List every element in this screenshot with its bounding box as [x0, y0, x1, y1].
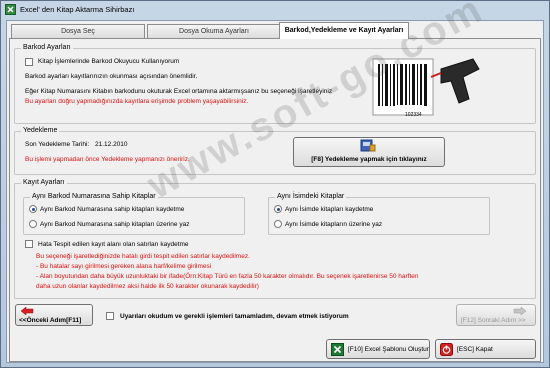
backup-button[interactable]: [F8] Yedekleme yapmak için tıklayınız: [293, 137, 445, 167]
name-no-save-radio[interactable]: [274, 205, 282, 213]
barcode-overwrite-radio[interactable]: [29, 220, 37, 228]
next-step-label: [F12] Sonraki Adım >>: [461, 317, 526, 324]
next-step-button[interactable]: [F12] Sonraki Adım >>: [456, 304, 536, 326]
prev-step-label: <<Önceki Adım[F11]: [19, 317, 82, 324]
barcode-no-save-radio[interactable]: [29, 205, 37, 213]
same-name-group: Aynı İsimdeki Kitaplar Aynı İsimde kitap…: [268, 193, 490, 235]
barkod-group-title: Barkod Ayarları: [21, 44, 73, 51]
name-no-save-label: Aynı İsimde kitapları kaydetme: [285, 206, 374, 213]
barcode-reader-checkbox[interactable]: [25, 58, 33, 66]
last-backup-label: Son Yedekleme Tarihi:: [25, 141, 90, 148]
left-arrow-icon: [20, 306, 34, 316]
barkod-group: Barkod Ayarları Kitap İşlemlerinde Barko…: [14, 44, 536, 124]
barcode-reader-label: Kitap İşlemlerinde Barkod Okuyucu Kullan…: [38, 58, 180, 65]
close-label: [ESC] Kapat: [457, 346, 493, 353]
error-note-3: - Alan boyutundan daha büyük uzunluktaki…: [36, 273, 419, 280]
kayit-group-title: Kayıt Ayarları: [21, 179, 67, 186]
app-icon: [5, 4, 16, 15]
error-rows-label: Hata Tespit edilen kayıt alanı olan satı…: [38, 241, 189, 248]
tab-dosya-okuma-ayarlari[interactable]: Dosya Okuma Ayarları: [147, 24, 281, 38]
confirm-checkbox[interactable]: [106, 312, 114, 320]
database-backup-icon: [360, 139, 376, 152]
error-note-2: - Bu hatalar sayı girilmesi gereken alan…: [36, 263, 212, 270]
barcode-number: 102334: [405, 112, 422, 118]
backup-warning: Bu işlemi yapmadan önce Yedekleme yapman…: [25, 156, 190, 163]
create-excel-template-button[interactable]: [F10] Excel Şablonu Oluştur: [326, 339, 430, 359]
barcode-no-save-label: Aynı Barkod Numarasına sahip kitapları k…: [40, 206, 185, 213]
name-overwrite-label: Aynı İsimde kitapların üzerine yaz: [285, 221, 383, 228]
error-note-1: Bu seçeneği işaretlediğinizde hatalı gir…: [36, 253, 250, 260]
same-barcode-group: Aynı Barkod Numarasına Sahip Kitaplar Ay…: [23, 193, 245, 235]
prev-step-button[interactable]: <<Önceki Adım[F11]: [15, 304, 93, 326]
tab-panel: Barkod Ayarları Kitap İşlemlerinde Barko…: [9, 0, 541, 362]
name-overwrite-radio[interactable]: [274, 220, 282, 228]
power-icon: [440, 343, 453, 356]
wizard-window: Excel' den Kitap Aktarma Sihirbazı Dosya…: [0, 0, 550, 368]
same-name-group-title: Aynı İsimdeki Kitaplar: [275, 193, 347, 200]
same-barcode-group-title: Aynı Barkod Numarasına Sahip Kitaplar: [30, 193, 158, 200]
tab-dosya-sec[interactable]: Dosya Seç: [11, 24, 145, 38]
title-bar: Excel' den Kitap Aktarma Sihirbazı: [1, 1, 549, 19]
backup-button-label: [F8] Yedekleme yapmak için tıklayınız: [311, 156, 427, 163]
tab-barkod-yedekleme-kayit[interactable]: Barkod,Yedekleme ve Kayıt Ayarları: [279, 22, 409, 39]
confirm-label: Uyarıları okudum ve gerekli işlemleri ta…: [120, 313, 349, 320]
barcode-overwrite-label: Aynı Barkod Numarasına sahip kitapları ü…: [40, 221, 190, 228]
yedekleme-group-title: Yedekleme: [21, 127, 60, 134]
excel-icon: [331, 343, 344, 356]
create-excel-template-label: [F10] Excel Şablonu Oluştur: [348, 346, 429, 353]
barkod-info-line2: Eğer Kitap Numarasını Kitabın barkodunu …: [25, 88, 333, 95]
barkod-info-line1: Barkod ayarları kayıtlarınızın okunması …: [25, 73, 198, 80]
barkod-warning: Bu ayarları doğru yapmadığınızda kayıtla…: [25, 98, 249, 105]
last-backup-date: 21.12.2010: [95, 141, 128, 148]
error-note-4: daha uzun olanlar kaydedilmez aksi halde…: [36, 283, 259, 290]
error-rows-checkbox[interactable]: [25, 240, 33, 248]
barcode-scanner-icon: [372, 58, 480, 116]
close-button[interactable]: [ESC] Kapat: [435, 339, 536, 359]
client-area: Dosya Seç Dosya Okuma Ayarları Barkod,Ye…: [6, 0, 544, 363]
yedekleme-group: Yedekleme Son Yedekleme Tarihi: 21.12.20…: [14, 127, 536, 175]
kayit-group: Kayıt Ayarları Aynı Barkod Numarasına Sa…: [14, 179, 536, 299]
right-arrow-icon: [513, 306, 527, 316]
window-title: Excel' den Kitap Aktarma Sihirbazı: [20, 5, 135, 14]
